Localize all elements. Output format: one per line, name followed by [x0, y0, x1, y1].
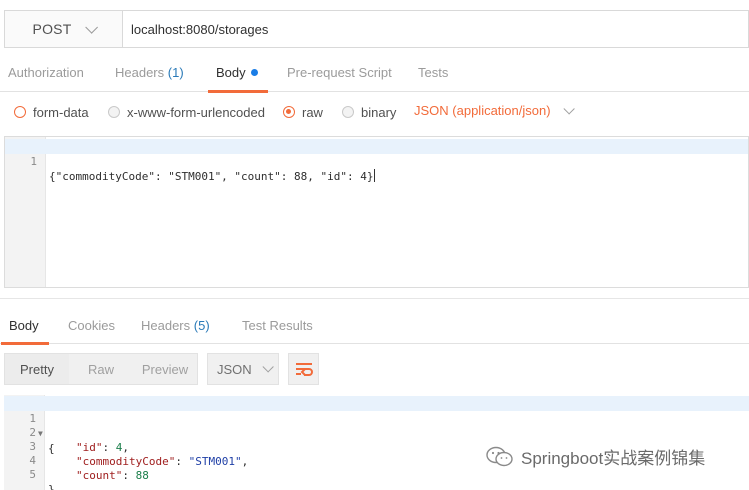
view-raw-button[interactable]: Raw [69, 354, 133, 384]
panel-divider[interactable] [0, 298, 749, 299]
view-pretty-button[interactable]: Pretty [5, 354, 69, 384]
tab-cookies[interactable]: Cookies [68, 306, 115, 344]
radio-selected-icon [283, 106, 295, 118]
code-line: 1 {"commodityCode": "STM001", "count": 8… [5, 139, 748, 183]
code-text: {"commodityCode": "STM001", "count": 88,… [49, 169, 375, 184]
watermark-text: Springboot实战案例锦集 [521, 449, 706, 468]
radio-circle-icon [342, 106, 354, 118]
tab-test-results[interactable]: Test Results [242, 306, 313, 344]
radio-label: binary [361, 104, 397, 120]
radio-label: raw [302, 104, 323, 120]
chevron-down-icon [262, 361, 274, 373]
code-text: } [48, 483, 55, 490]
code-line: 2 "id": 4, [4, 410, 749, 454]
response-toolbar: Pretty Raw Preview JSON [0, 353, 749, 387]
radio-label: x-www-form-urlencoded [127, 104, 265, 120]
radio-label: form-data [33, 104, 89, 120]
content-type-label: JSON (application/json) [414, 103, 551, 118]
tab-response-headers[interactable]: Headers (5) [141, 306, 210, 344]
tab-label: Test Results [242, 318, 313, 333]
wrap-lines-button[interactable] [288, 353, 319, 385]
url-input[interactable]: localhost:8080/storages [123, 11, 748, 47]
request-tabs: Authorization Headers (1) Body Pre-reque… [0, 52, 749, 93]
tab-response-body[interactable]: Body [1, 306, 49, 345]
line-number: 5 [29, 468, 36, 481]
request-body-text: {"commodityCode": "STM001", "count": 88,… [49, 170, 374, 183]
radio-circle-icon [14, 106, 26, 118]
radio-circle-icon [108, 106, 120, 118]
content-type-select[interactable]: JSON (application/json) [414, 102, 575, 118]
tab-label: Headers [141, 318, 191, 333]
radio-raw[interactable]: raw [283, 103, 323, 121]
line-number: 1 [30, 155, 37, 168]
tab-label: Cookies [68, 318, 115, 333]
radio-binary[interactable]: binary [342, 103, 396, 121]
json-key: "count" [76, 469, 123, 482]
chevron-down-icon [563, 102, 575, 115]
tab-label: Body [216, 65, 246, 80]
format-label: JSON [217, 361, 252, 377]
tab-pre-request-script[interactable]: Pre-request Script [287, 52, 392, 92]
url-bar: POST localhost:8080/storages [4, 10, 749, 48]
radio-form-data[interactable]: form-data [14, 103, 89, 121]
headers-count: (5) [193, 318, 210, 333]
tab-label: Authorization [8, 65, 84, 80]
tab-label: Headers [115, 65, 165, 80]
response-tabs: Body Cookies Headers (5) Test Results [0, 306, 749, 345]
headers-count: (1) [167, 65, 184, 80]
text-cursor [373, 169, 375, 182]
tab-label: Tests [418, 65, 449, 80]
json-value: 88 [135, 469, 149, 482]
tab-label: Body [9, 318, 39, 333]
tab-tests[interactable]: Tests [418, 52, 448, 92]
tab-body[interactable]: Body [208, 52, 268, 93]
radio-x-www-form-urlencoded[interactable]: x-www-form-urlencoded [108, 103, 265, 121]
wechat-icon [486, 446, 513, 466]
tab-authorization[interactable]: Authorization [8, 52, 84, 92]
request-body-editor[interactable]: 1 {"commodityCode": "STM001", "count": 8… [4, 136, 749, 288]
response-body-viewer[interactable]: 1 ▼ { 2 "id": 4, 3 "commodityCode": "STM… [4, 395, 749, 490]
code-text: "count": 88 [76, 469, 149, 482]
method-select[interactable]: POST [5, 11, 123, 47]
code-line: 1 ▼ { [4, 396, 749, 455]
code-line: 3 "commodityCode": "STM001", [4, 424, 749, 468]
method-label: POST [32, 21, 72, 37]
body-type-row: form-data x-www-form-urlencoded raw bina… [0, 93, 749, 131]
format-select[interactable]: JSON [207, 353, 279, 385]
tab-label: Pre-request Script [287, 65, 392, 80]
watermark: Springboot实战案例锦集 [485, 444, 705, 469]
modified-dot-icon [250, 69, 258, 76]
chevron-down-icon [85, 20, 99, 34]
wrap-lines-icon [295, 363, 313, 376]
view-mode-switch: Pretty Raw Preview [4, 353, 198, 385]
view-preview-button[interactable]: Preview [133, 354, 197, 384]
tab-headers[interactable]: Headers (1) [115, 52, 184, 92]
